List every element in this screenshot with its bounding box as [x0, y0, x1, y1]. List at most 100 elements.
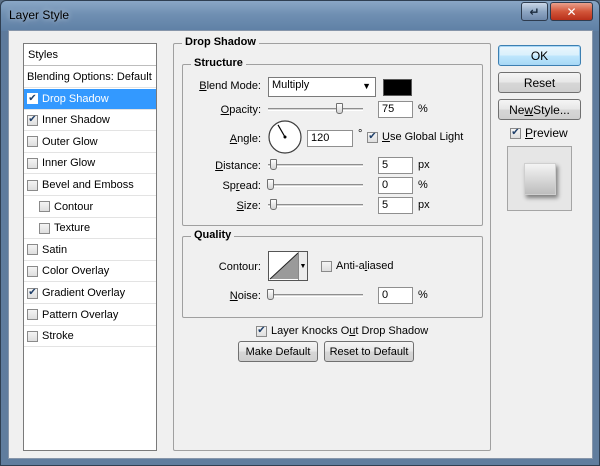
- styles-list-item-label: Gradient Overlay: [42, 287, 126, 299]
- distance-slider[interactable]: [268, 164, 363, 167]
- styles-list-item-label: Satin: [42, 243, 68, 256]
- styles-list-item[interactable]: Blending Options: Default: [24, 67, 156, 88]
- size-slider-thumb[interactable]: [270, 199, 277, 210]
- spread-slider-thumb[interactable]: [267, 179, 274, 190]
- help-icon: ↵: [529, 4, 540, 19]
- contour-picker[interactable]: ▼: [268, 251, 308, 281]
- styles-list-item-label: Blending Options: Default: [27, 71, 152, 83]
- styles-list-item[interactable]: Stroke: [24, 326, 156, 348]
- opacity-label: Opacity:: [220, 104, 261, 116]
- title-bar[interactable]: Layer Style ↵ ✕: [1, 1, 599, 31]
- styles-list-item[interactable]: Texture: [24, 218, 156, 240]
- styles-list-item-label: Bevel and Emboss: [42, 179, 134, 191]
- spread-slider[interactable]: [268, 184, 363, 187]
- anti-aliased-checkbox[interactable]: [321, 260, 332, 272]
- distance-label: Distance:: [215, 160, 261, 172]
- style-checkbox[interactable]: [39, 222, 50, 234]
- preview-checkbox[interactable]: ✔: [510, 127, 521, 139]
- style-checkbox[interactable]: [27, 265, 38, 277]
- layer-knocks-out-checkbox[interactable]: ✔: [256, 325, 267, 337]
- opacity-slider[interactable]: [268, 108, 363, 111]
- style-checkbox[interactable]: ✔: [27, 114, 38, 126]
- size-slider[interactable]: [268, 204, 363, 207]
- angle-label: Angle:: [229, 133, 261, 145]
- drop-shadow-title: Drop Shadow: [182, 36, 259, 48]
- structure-group: Structure Blend Mode: Multiply ▼ Opacity…: [182, 57, 483, 226]
- styles-list-item-label: Inner Glow: [42, 157, 96, 170]
- distance-slider-thumb[interactable]: [270, 159, 277, 170]
- styles-list-item[interactable]: Color Overlay: [24, 261, 156, 283]
- distance-field[interactable]: 5: [378, 157, 413, 174]
- ok-button[interactable]: OK: [498, 45, 581, 66]
- styles-list-item[interactable]: Bevel and Emboss: [24, 175, 156, 196]
- layer-knocks-out-label: Layer Knocks Out Drop Shadow: [271, 325, 429, 337]
- noise-field[interactable]: 0: [378, 287, 413, 304]
- styles-list-item[interactable]: ✔ Drop Shadow: [24, 88, 156, 110]
- style-checkbox[interactable]: [27, 309, 38, 321]
- dialog-client: Styles Blending Options: Default ✔ Drop Sh…: [8, 30, 593, 459]
- distance-unit: px: [418, 159, 430, 171]
- quality-group: Quality Contour: ▼ Anti-aliased Noise: 0: [182, 229, 483, 318]
- style-checkbox[interactable]: [39, 201, 50, 213]
- style-checkbox[interactable]: [27, 244, 38, 256]
- size-label: Size:: [236, 200, 261, 212]
- help-button[interactable]: ↵: [521, 2, 548, 21]
- drop-shadow-panel: Drop Shadow Structure Blend Mode: Multip…: [173, 36, 491, 451]
- styles-list-item-label: Drop Shadow: [42, 92, 109, 105]
- styles-list-item[interactable]: Satin: [24, 240, 156, 261]
- styles-list-item[interactable]: Pattern Overlay: [24, 305, 156, 326]
- blend-mode-select[interactable]: Multiply ▼: [268, 77, 376, 97]
- styles-list-item[interactable]: Outer Glow: [24, 132, 156, 153]
- noise-slider[interactable]: [268, 294, 363, 297]
- preview-option[interactable]: ✔ Preview: [510, 126, 568, 140]
- style-checkbox[interactable]: [27, 330, 38, 342]
- angle-field[interactable]: 120: [307, 130, 353, 147]
- use-global-light-option[interactable]: ✔ Use Global Light: [367, 131, 463, 143]
- styles-list-item-label: Inner Shadow: [42, 114, 110, 127]
- blend-mode-value: Multiply: [272, 79, 310, 91]
- anti-aliased-option[interactable]: Anti-aliased: [321, 260, 394, 272]
- reset-to-default-button[interactable]: Reset to Default: [324, 341, 414, 362]
- styles-list-item[interactable]: Inner Glow: [24, 153, 156, 175]
- make-default-button[interactable]: Make Default: [238, 341, 318, 362]
- styles-list-item-label: Contour: [54, 200, 94, 213]
- close-button[interactable]: ✕: [550, 2, 593, 21]
- spread-unit: %: [418, 179, 428, 191]
- contour-label: Contour:: [218, 261, 261, 273]
- dropdown-arrow-icon: ▼: [362, 81, 371, 91]
- structure-title: Structure: [191, 57, 246, 69]
- style-checkbox[interactable]: ✔: [27, 287, 38, 299]
- size-unit: px: [418, 199, 430, 211]
- angle-unit: °: [358, 128, 363, 140]
- spread-field[interactable]: 0: [378, 177, 413, 194]
- style-checkbox[interactable]: [27, 179, 38, 191]
- styles-list-item-label: Texture: [54, 222, 91, 235]
- layer-knocks-out-option[interactable]: ✔ Layer Knocks Out Drop Shadow: [256, 325, 428, 337]
- style-preview-swatch: [524, 163, 556, 195]
- opacity-field[interactable]: 75: [378, 101, 413, 118]
- reset-button[interactable]: Reset: [498, 72, 581, 93]
- styles-list-item[interactable]: ✔ Inner Shadow: [24, 110, 156, 132]
- styles-list-item[interactable]: ✔ Gradient Overlay: [24, 283, 156, 304]
- quality-title: Quality: [191, 229, 235, 241]
- new-style-button[interactable]: Ne w Style...: [498, 99, 581, 120]
- spread-label: Spread:: [222, 180, 261, 192]
- style-preview-box: [507, 146, 572, 211]
- layer-style-window: Layer Style ↵ ✕ Styles Blending Options:…: [0, 0, 600, 466]
- style-checkbox[interactable]: [27, 136, 38, 148]
- shadow-color-swatch[interactable]: [383, 79, 412, 96]
- style-checkbox[interactable]: ✔: [27, 93, 38, 105]
- styles-list: Styles Blending Options: Default ✔ Drop Sh…: [23, 43, 157, 451]
- styles-list-item[interactable]: Contour: [24, 197, 156, 218]
- opacity-slider-thumb[interactable]: [336, 103, 344, 114]
- size-field[interactable]: 5: [378, 197, 413, 214]
- contour-preview-icon: [269, 252, 299, 280]
- use-global-light-checkbox[interactable]: ✔: [367, 131, 378, 143]
- use-global-light-label: Use Global Light: [382, 131, 464, 143]
- styles-list-item-label: Outer Glow: [42, 135, 98, 148]
- noise-slider-thumb[interactable]: [267, 289, 274, 300]
- style-checkbox[interactable]: [27, 157, 38, 169]
- contour-dropdown-arrow-icon[interactable]: ▼: [298, 252, 307, 280]
- preview-label: Preview: [525, 126, 568, 140]
- angle-dial[interactable]: [267, 119, 303, 155]
